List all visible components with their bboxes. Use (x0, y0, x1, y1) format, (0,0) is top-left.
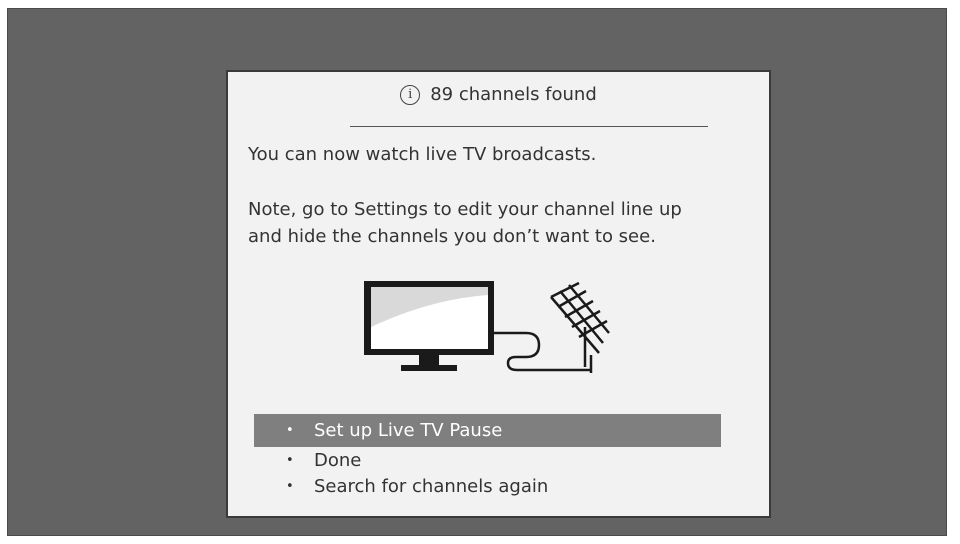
header-divider (350, 126, 708, 127)
live-tv-message: You can now watch live TV broadcasts. (248, 144, 597, 165)
tv-screen-background: i 89 channels found You can now watch li… (7, 8, 947, 536)
options-menu: • Set up Live TV Pause • Done • Search f… (254, 414, 721, 499)
menu-item-label: Search for channels again (314, 475, 549, 497)
info-icon: i (400, 84, 421, 105)
menu-item-label: Set up Live TV Pause (314, 420, 503, 441)
antenna-cable (494, 331, 591, 372)
menu-item-search-channels-again[interactable]: • Search for channels again (254, 473, 721, 499)
bullet-icon: • (286, 452, 294, 468)
tv-icon (364, 281, 494, 371)
bullet-icon: • (286, 423, 294, 438)
settings-note: Note, go to Settings to edit your channe… (248, 196, 738, 250)
tv-antenna-illustration (364, 281, 610, 373)
dialog-title: 89 channels found (430, 84, 597, 105)
dialog-header: i 89 channels found (228, 84, 769, 105)
menu-item-setup-live-tv-pause[interactable]: • Set up Live TV Pause (254, 414, 721, 447)
bullet-icon: • (286, 478, 294, 494)
channel-scan-dialog: i 89 channels found You can now watch li… (226, 70, 771, 518)
menu-item-label: Done (314, 449, 362, 471)
settings-note-line-1: Note, go to Settings to edit your channe… (248, 199, 682, 220)
menu-item-done[interactable]: • Done (254, 447, 721, 473)
antenna-icon (550, 281, 610, 373)
settings-note-line-2: and hide the channels you don’t want to … (248, 226, 656, 247)
